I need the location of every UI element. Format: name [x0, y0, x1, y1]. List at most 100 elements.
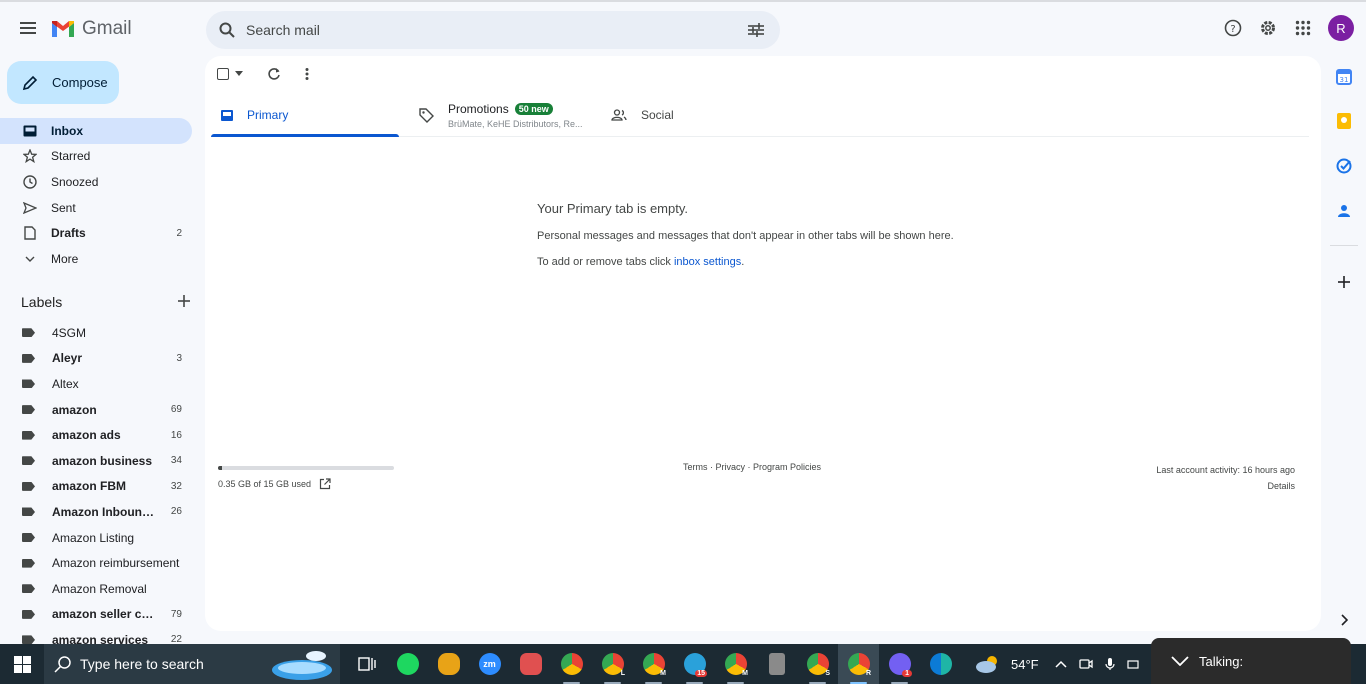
- search-input[interactable]: [246, 22, 736, 38]
- open-external-icon[interactable]: [319, 478, 331, 490]
- activity-details-link[interactable]: Details: [1156, 478, 1295, 494]
- search-icon[interactable]: [208, 11, 246, 49]
- sidebar-item-label: Drafts: [51, 226, 86, 241]
- label-item[interactable]: 4SGM: [0, 320, 192, 346]
- more-options-icon[interactable]: [305, 62, 309, 86]
- zoom-icon[interactable]: zm: [469, 644, 510, 684]
- weather-widget[interactable]: 54°F: [975, 654, 1039, 674]
- tab-label: Primary: [247, 108, 289, 122]
- select-dropdown-icon[interactable]: [235, 62, 243, 86]
- calculator-icon[interactable]: [756, 644, 797, 684]
- label-item[interactable]: amazon seller cen... 79: [0, 602, 192, 628]
- label-item[interactable]: amazon business 34: [0, 448, 192, 474]
- talking-panel[interactable]: Talking:: [1151, 638, 1351, 684]
- refresh-icon[interactable]: [267, 62, 281, 86]
- chevron-down-icon[interactable]: [1171, 656, 1189, 666]
- search-bar[interactable]: [206, 11, 780, 49]
- draft-icon: [22, 225, 38, 241]
- select-all-checkbox[interactable]: [217, 62, 229, 86]
- snipping-tool-icon[interactable]: [510, 644, 551, 684]
- tab-promotions[interactable]: Promotions 50 new BrüMate, KeHE Distribu…: [399, 94, 601, 136]
- taskbar-search[interactable]: Type here to search: [44, 644, 340, 684]
- label-tag-icon: [22, 507, 35, 517]
- task-view-icon[interactable]: [346, 644, 387, 684]
- storage-text: 0.35 GB of 15 GB used: [218, 479, 312, 489]
- chrome-L-icon[interactable]: L: [592, 644, 633, 684]
- main-menu-icon[interactable]: [12, 12, 44, 44]
- microphone-icon[interactable]: [1105, 657, 1115, 671]
- footer-links[interactable]: Terms · Privacy · Program Policies: [683, 462, 821, 472]
- camera-icon[interactable]: [1078, 658, 1093, 670]
- label-item[interactable]: amazon services 22: [0, 627, 192, 644]
- help-icon[interactable]: ?: [1217, 12, 1249, 44]
- sidebar-item-label: More: [51, 251, 79, 266]
- label-name: amazon: [52, 402, 97, 417]
- edge-icon[interactable]: [920, 644, 961, 684]
- label-item[interactable]: amazon 69: [0, 397, 192, 423]
- category-tabs: Primary Promotions 50 new BrüMate, KeHE …: [211, 94, 1309, 137]
- calendar-icon[interactable]: 31: [1334, 67, 1354, 87]
- label-tag-icon: [22, 584, 35, 594]
- tab-social[interactable]: Social: [601, 94, 761, 136]
- chrome-M2-icon[interactable]: M: [715, 644, 756, 684]
- promotions-senders: BrüMate, KeHE Distributors, Re...: [448, 118, 583, 129]
- chevron-right-icon[interactable]: [1334, 610, 1354, 630]
- spotify-icon[interactable]: [387, 644, 428, 684]
- label-tag-icon: [22, 481, 35, 491]
- label-item[interactable]: amazon ads 16: [0, 422, 192, 448]
- nav-list: Inbox Starred Snoozed Sent Drafts 2 More: [0, 118, 192, 272]
- search-options-icon[interactable]: [736, 11, 776, 49]
- label-tag-icon: [22, 609, 35, 619]
- label-name: amazon seller cen...: [52, 607, 160, 622]
- chevron-up-icon[interactable]: [1055, 660, 1067, 668]
- contacts-icon[interactable]: [1334, 201, 1354, 221]
- header: Gmail ? R: [0, 2, 1366, 56]
- label-item[interactable]: Amazon reimbursement: [0, 550, 192, 576]
- account-avatar[interactable]: R: [1328, 15, 1354, 41]
- sidebar-item-more[interactable]: More: [0, 246, 192, 272]
- label-count: 34: [170, 455, 182, 467]
- label-item[interactable]: amazon FBM 32: [0, 474, 192, 500]
- google-apps-icon[interactable]: [1287, 12, 1319, 44]
- windows-start-icon[interactable]: [0, 644, 44, 684]
- telegram-icon[interactable]: 15: [674, 644, 715, 684]
- label-tag-icon: [22, 635, 35, 644]
- label-item[interactable]: Amazon Inbound ... 26: [0, 499, 192, 525]
- label-tag-icon: [22, 405, 35, 415]
- sidebar-item-snoozed[interactable]: Snoozed: [0, 169, 192, 195]
- label-item[interactable]: Amazon Listing: [0, 525, 192, 551]
- tab-label: Social: [641, 108, 674, 122]
- label-name: Amazon Inbound ...: [52, 504, 160, 519]
- label-tag-icon: [22, 353, 35, 363]
- tab-primary[interactable]: Primary: [211, 94, 399, 137]
- label-item[interactable]: Altex: [0, 371, 192, 397]
- talking-label: Talking:: [1199, 653, 1244, 669]
- sidebar-item-inbox[interactable]: Inbox: [0, 118, 192, 144]
- chrome-M-icon[interactable]: M: [633, 644, 674, 684]
- mail-toolbar: [217, 62, 309, 86]
- label-tag-icon: [22, 456, 35, 466]
- viber-icon[interactable]: 1: [879, 644, 920, 684]
- network-icon[interactable]: [1127, 658, 1139, 670]
- settings-gear-icon[interactable]: [1252, 12, 1284, 44]
- empty-state-title: Your Primary tab is empty.: [537, 201, 688, 216]
- keep-icon[interactable]: [1334, 111, 1354, 131]
- new-count-badge: 50 new: [514, 102, 553, 115]
- sidebar-item-sent[interactable]: Sent: [0, 195, 192, 221]
- app-bird-icon[interactable]: [428, 644, 469, 684]
- label-name: Altex: [52, 376, 79, 391]
- compose-button[interactable]: Compose: [7, 61, 119, 104]
- add-label-icon[interactable]: [177, 294, 191, 311]
- compose-label: Compose: [52, 75, 108, 90]
- sidebar-item-starred[interactable]: Starred: [0, 144, 192, 170]
- label-item[interactable]: Aleyr 3: [0, 346, 192, 372]
- sidebar-item-drafts[interactable]: Drafts 2: [0, 220, 192, 246]
- add-addon-icon[interactable]: [1334, 272, 1354, 292]
- chrome-S-icon[interactable]: S: [797, 644, 838, 684]
- gmail-logo[interactable]: Gmail: [50, 16, 132, 42]
- tasks-icon[interactable]: [1334, 156, 1354, 176]
- inbox-settings-link[interactable]: inbox settings: [674, 256, 741, 268]
- chrome-R-icon[interactable]: R: [838, 644, 879, 684]
- label-item[interactable]: Amazon Removal: [0, 576, 192, 602]
- chrome-icon[interactable]: [551, 644, 592, 684]
